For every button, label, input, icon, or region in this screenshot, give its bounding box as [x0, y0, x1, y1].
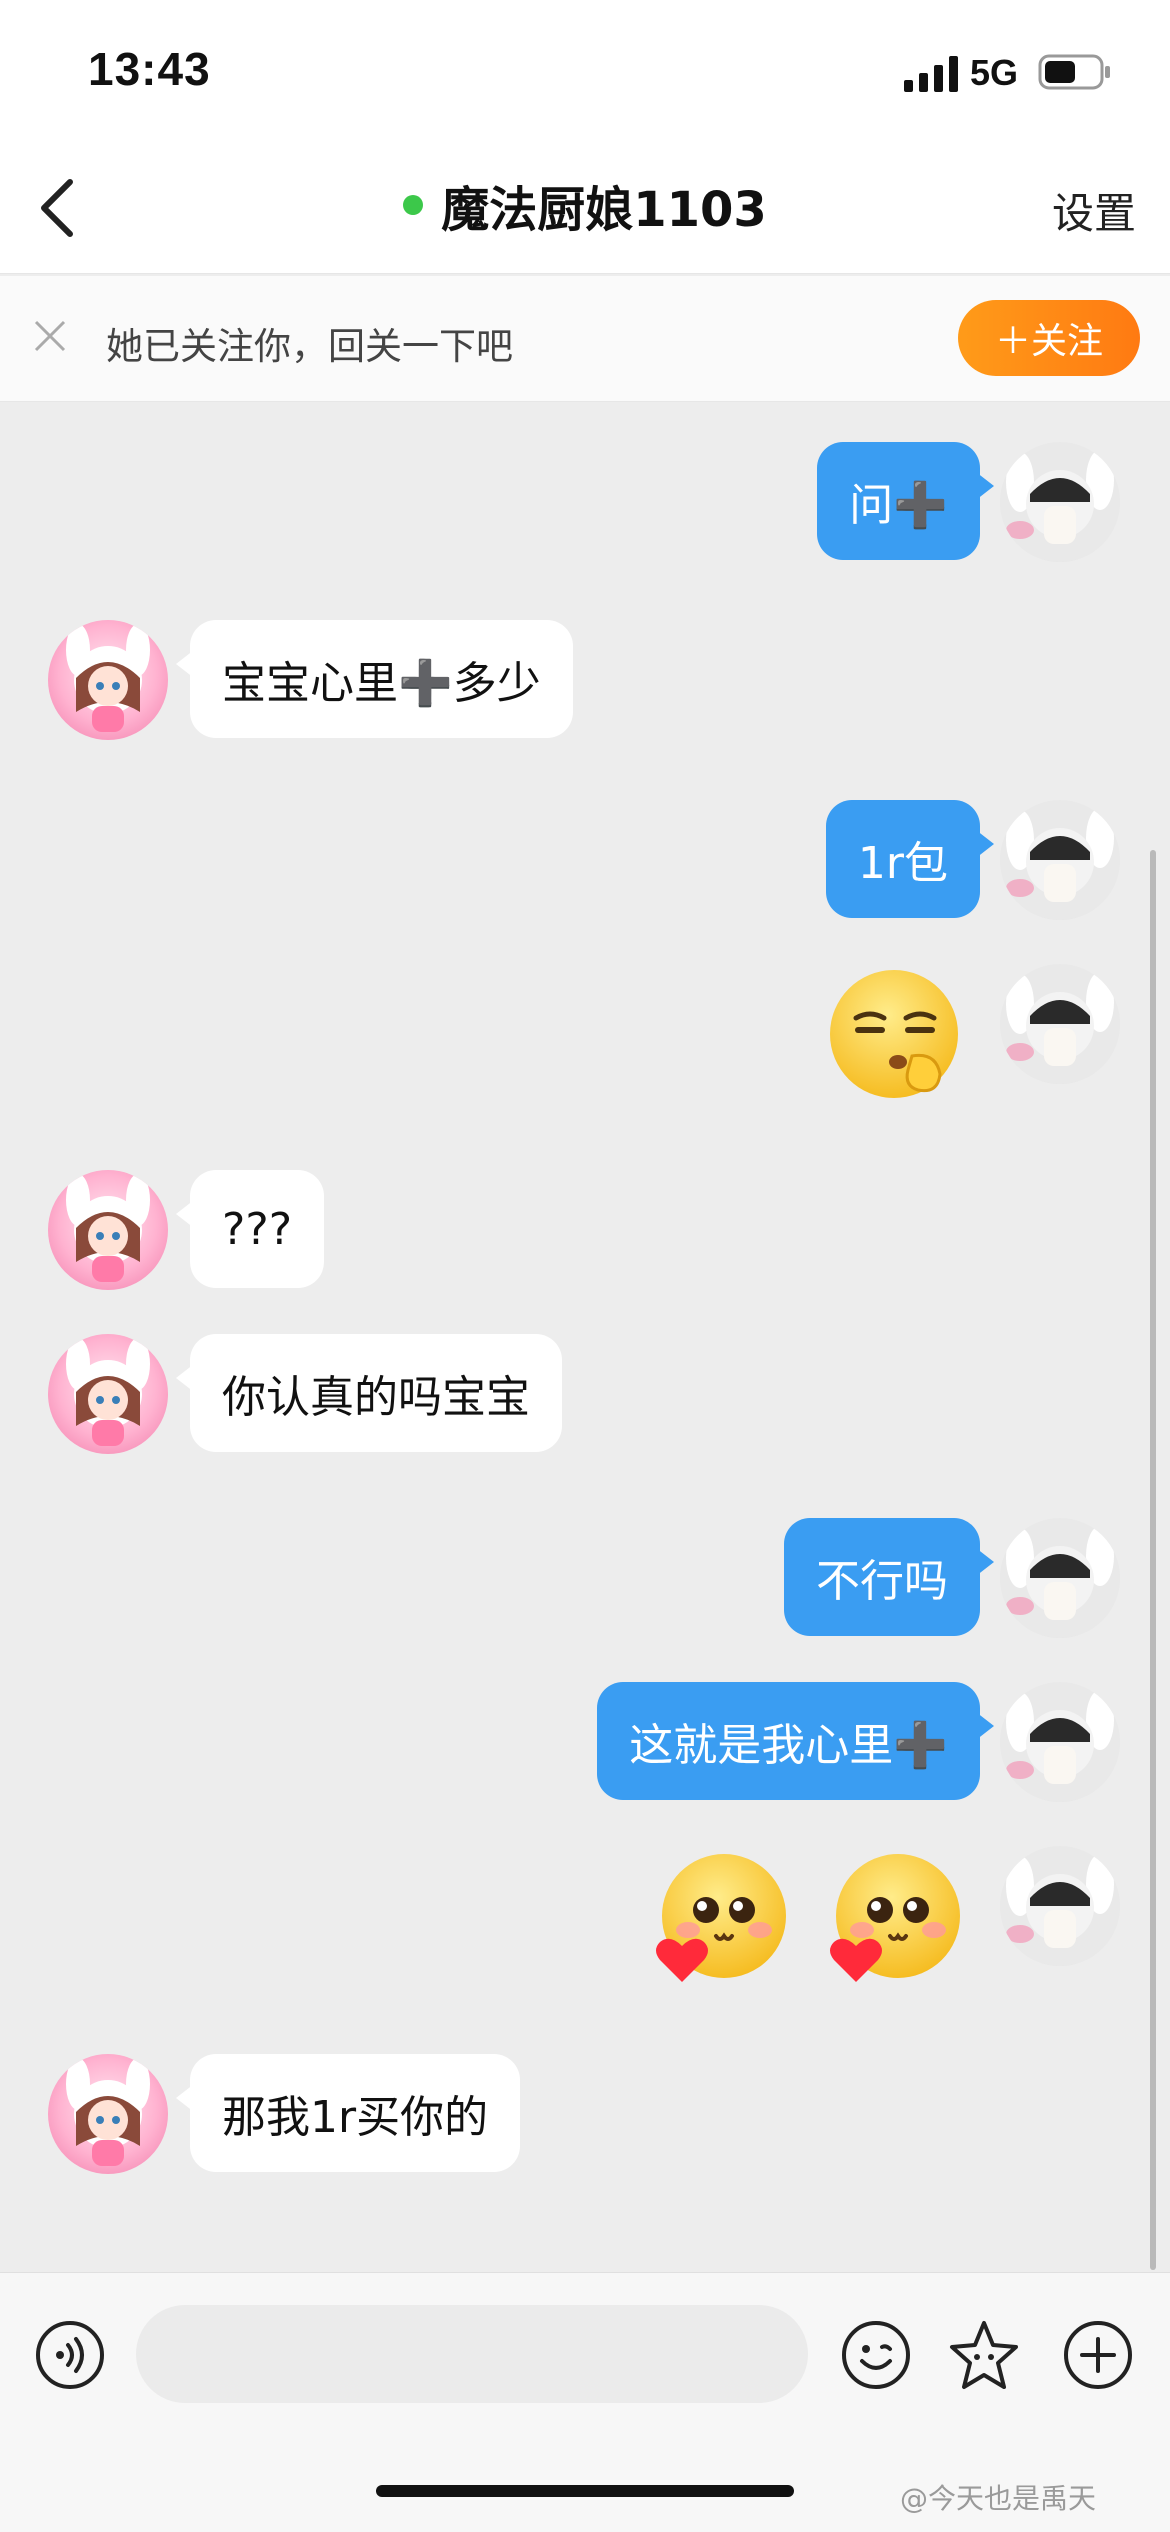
settings-button[interactable]: 设置: [1052, 180, 1136, 241]
user-photo-icon: [1000, 1846, 1120, 1966]
user-photo-icon: [1000, 1682, 1120, 1802]
chat-title[interactable]: 魔法厨娘1103: [441, 170, 767, 240]
heart-blush-emoji-icon[interactable]: [826, 1850, 966, 1990]
follow-back-button[interactable]: ＋关注: [958, 300, 1140, 376]
plus-icon[interactable]: [1062, 2319, 1134, 2391]
input-bar: @今天也是禹天: [0, 2272, 1170, 2532]
user-photo-icon: [1000, 964, 1120, 1084]
network-type: 5G: [970, 52, 1019, 93]
follow-prompt-text: 她已关注你，回关一下吧: [106, 325, 513, 368]
message-bubble[interactable]: 不行吗: [784, 1518, 994, 1636]
close-icon[interactable]: [30, 316, 70, 356]
contact-avatar[interactable]: [48, 1334, 168, 1454]
star-sticker-icon[interactable]: [946, 2317, 1022, 2393]
message-bubble[interactable]: 宝宝心里➕多少: [176, 620, 573, 738]
user-photo-icon: [1000, 1518, 1120, 1638]
contact-avatar[interactable]: [48, 620, 168, 740]
anime-girl-icon: [66, 2058, 150, 2166]
status-bar: 13:43 5G: [0, 0, 1170, 150]
user-photo-icon: [1000, 442, 1120, 562]
contact-avatar[interactable]: [48, 2054, 168, 2174]
message-list[interactable]: 问➕ 宝宝心里➕多少 1r包 ??? 你认真的吗宝宝 不行吗 这就是我心里➕ 那…: [0, 402, 1170, 2272]
chevron-left-icon[interactable]: [30, 170, 86, 246]
message-bubble[interactable]: 你认真的吗宝宝: [176, 1334, 562, 1452]
chat-header: 魔法厨娘1103 设置: [0, 150, 1170, 274]
shush-emoji-icon[interactable]: [826, 966, 966, 1106]
my-avatar[interactable]: [1000, 800, 1120, 920]
voice-icon[interactable]: [34, 2319, 106, 2391]
smiley-icon[interactable]: [840, 2319, 912, 2391]
status-time: 13:43: [88, 43, 211, 95]
user-photo-icon: [1000, 800, 1120, 920]
online-status-dot: [403, 195, 424, 215]
scrollbar[interactable]: [1150, 850, 1156, 2270]
home-indicator: [376, 2485, 794, 2497]
message-bubble[interactable]: 这就是我心里➕: [597, 1682, 994, 1800]
follow-banner: 她已关注你，回关一下吧 ＋关注: [0, 276, 1170, 402]
my-avatar[interactable]: [1000, 442, 1120, 562]
signal-icon: [904, 56, 958, 92]
message-bubble[interactable]: 那我1r买你的: [175, 2054, 521, 2172]
heart-blush-emoji-icon[interactable]: [652, 1850, 792, 1990]
message-bubble[interactable]: ???: [175, 1170, 325, 1288]
battery-icon: [1038, 54, 1110, 90]
anime-girl-icon: [66, 624, 150, 732]
anime-girl-icon: [66, 1338, 150, 1446]
contact-avatar[interactable]: [48, 1170, 168, 1290]
anime-girl-icon: [66, 1174, 150, 1282]
my-avatar[interactable]: [1000, 964, 1120, 1084]
my-avatar[interactable]: [1000, 1518, 1120, 1638]
my-avatar[interactable]: [1000, 1846, 1120, 1966]
watermark: @今天也是禹天: [900, 2482, 1097, 2515]
message-bubble[interactable]: 问➕: [817, 442, 994, 560]
my-avatar[interactable]: [1000, 1682, 1120, 1802]
message-bubble[interactable]: 1r包: [825, 800, 995, 918]
message-input[interactable]: [136, 2305, 808, 2403]
